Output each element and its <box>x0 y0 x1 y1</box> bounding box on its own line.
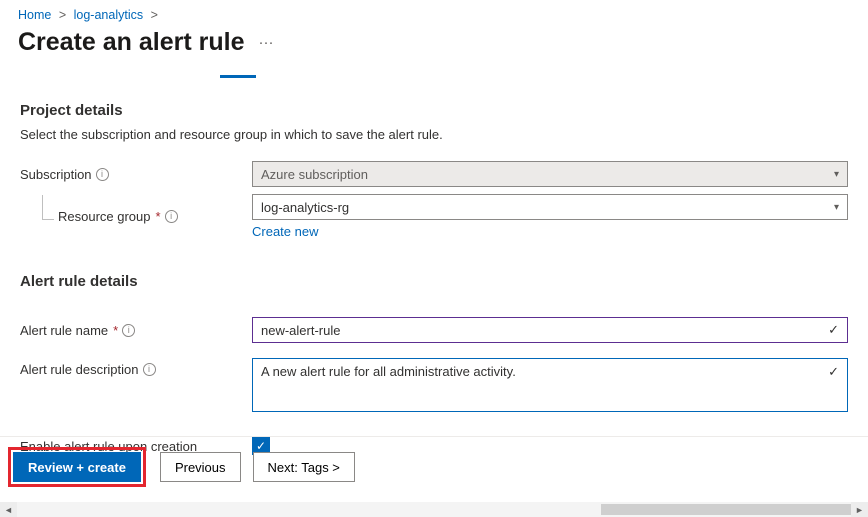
section-details-heading: Alert rule details <box>20 273 848 290</box>
resource-group-label: Resource group * i <box>20 209 252 224</box>
scroll-left-icon[interactable]: ◄ <box>0 502 17 517</box>
info-icon[interactable]: i <box>143 363 156 376</box>
alert-name-input[interactable]: new-alert-rule ✓ <box>252 317 848 343</box>
chevron-down-icon: ▾ <box>834 169 839 180</box>
chevron-right-icon: > <box>151 8 158 22</box>
previous-button[interactable]: Previous <box>160 452 241 482</box>
alert-name-label: Alert rule name * i <box>20 323 252 338</box>
highlight-annotation: Review + create <box>8 447 146 487</box>
page-title: Create an alert rule <box>18 28 245 57</box>
subscription-value: Azure subscription <box>261 167 368 182</box>
alert-name-value: new-alert-rule <box>261 323 340 338</box>
scroll-track[interactable] <box>17 502 851 517</box>
section-project-subtext: Select the subscription and resource gro… <box>20 127 848 142</box>
scroll-right-icon[interactable]: ► <box>851 502 868 517</box>
horizontal-scrollbar[interactable]: ◄ ► <box>0 502 868 517</box>
form-content: Project details Select the subscription … <box>0 78 868 460</box>
next-tags-button[interactable]: Next: Tags > <box>253 452 355 482</box>
check-icon: ✓ <box>828 364 839 380</box>
more-actions-icon[interactable]: ··· <box>259 34 274 51</box>
alert-desc-input[interactable]: A new alert rule for all administrative … <box>252 358 848 412</box>
required-indicator: * <box>113 323 118 338</box>
info-icon[interactable]: i <box>165 210 178 223</box>
subscription-select: Azure subscription ▾ <box>252 161 848 187</box>
breadcrumb: Home > log-analytics > <box>0 0 868 26</box>
required-indicator: * <box>156 209 161 224</box>
breadcrumb-loganalytics[interactable]: log-analytics <box>74 8 143 22</box>
breadcrumb-home[interactable]: Home <box>18 8 51 22</box>
chevron-down-icon: ▾ <box>834 202 839 213</box>
wizard-footer: Review + create Previous Next: Tags > <box>0 436 868 497</box>
page-header: Create an alert rule ··· <box>0 26 868 65</box>
info-icon[interactable]: i <box>122 324 135 337</box>
alert-desc-value: A new alert rule for all administrative … <box>261 364 516 379</box>
info-icon[interactable]: i <box>96 168 109 181</box>
resource-group-select[interactable]: log-analytics-rg ▾ <box>252 194 848 220</box>
scroll-thumb[interactable] <box>601 504 851 515</box>
subscription-label: Subscription i <box>20 167 252 182</box>
create-new-rg-link[interactable]: Create new <box>252 224 318 239</box>
review-create-button[interactable]: Review + create <box>13 452 141 482</box>
check-icon: ✓ <box>828 322 839 338</box>
alert-desc-label: Alert rule description i <box>20 358 252 377</box>
section-project-heading: Project details <box>20 102 848 119</box>
resource-group-value: log-analytics-rg <box>261 200 349 215</box>
chevron-right-icon: > <box>59 8 66 22</box>
